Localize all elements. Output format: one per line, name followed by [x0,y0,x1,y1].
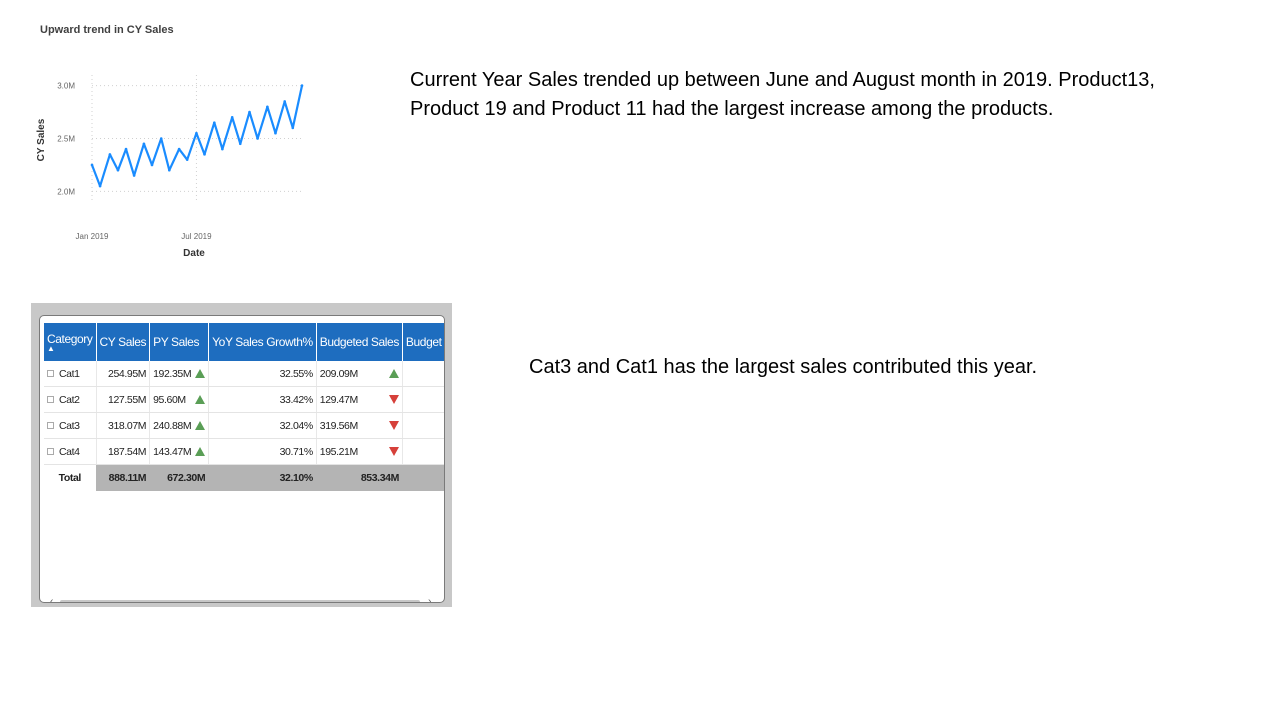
x-tick-label: Jul 2019 [181,232,212,241]
cell-total-yoy: 32.10% [208,464,317,491]
up-triangle-icon [195,447,206,456]
expand-icon[interactable] [47,448,54,456]
trend-note: Current Year Sales trended up between Ju… [410,69,1155,120]
data-point [159,137,163,140]
down-triangle-icon [388,447,399,456]
header-py-sales[interactable]: PY Sales [149,323,210,361]
x-tick-label: Jan 2019 [76,232,109,241]
up-triangle-icon [195,421,206,430]
cell-budget-variance: -1.48% [402,386,444,413]
cell-yoy-growth: 32.04% [208,412,317,439]
data-point [221,147,224,151]
data-point [283,100,286,103]
header-budgeted-sales[interactable]: Budgeted Sales [316,323,403,361]
y-tick-label: 2.0M [57,187,75,196]
data-point [230,116,234,119]
cell-yoy-growth: 32.55% [208,361,317,387]
cell-total-py: 672.30M [149,464,210,491]
data-point [98,184,102,188]
table-header-row: Category ▲ CY Sales PY Sales YoY Sales G… [44,323,444,361]
data-point [90,163,94,167]
data-point [116,168,120,172]
scroll-right-icon[interactable]: › [428,596,431,602]
cell-budgeted-sales: 209.09M [316,361,403,387]
header-cy-sales[interactable]: CY Sales [96,323,151,361]
cell-budget-variance: -0.47% [402,412,444,439]
header-yoy-growth[interactable]: YoY Sales Growth% [208,323,317,361]
cell-cy-sales: 187.54M [96,438,151,465]
y-tick-label: 3.0M [57,82,75,91]
series-line [90,85,304,188]
cell-yoy-growth: 30.71% [208,438,317,465]
data-point [124,147,128,151]
header-budget-variance[interactable]: Budget Variance % [402,323,444,361]
down-triangle-icon [388,421,399,430]
table-row[interactable]: Cat3318.07M240.88M32.04%319.56M-0.47% [44,412,444,439]
matrix-visual: Category ▲ CY Sales PY Sales YoY Sales G… [39,315,445,603]
data-point [185,158,189,161]
up-triangle-icon [388,369,399,378]
category-note: Cat3 and Cat1 has the largest sales cont… [529,356,1038,378]
table-total-row: Total888.11M672.30M32.10%853.34M4.07% [44,464,444,491]
scroll-left-icon[interactable]: ‹ [50,596,53,602]
horizontal-scrollbar[interactable]: ‹ › [46,596,436,602]
cell-total-cy: 888.11M [96,464,151,491]
cell-cy-sales: 318.07M [96,412,151,439]
cell-budgeted-sales: 129.47M [316,386,403,413]
data-point [266,105,269,109]
cell-yoy-growth: 33.42% [208,386,317,413]
cell-category[interactable]: Cat3 [44,412,97,439]
down-triangle-icon [388,395,399,404]
data-point [150,163,154,167]
cell-category[interactable]: Cat4 [44,438,97,465]
data-point [213,121,216,124]
sort-ascending-icon[interactable]: ▲ [47,345,93,353]
data-point [203,153,206,156]
cell-py-sales: 240.88M [149,412,210,439]
data-point [291,126,295,130]
data-point [274,131,277,135]
category-matrix-table: Category ▲ CY Sales PY Sales YoY Sales G… [44,323,444,491]
data-point [177,147,181,151]
cell-total-label: Total [44,464,97,491]
y-tick-label: 2.5M [57,135,75,144]
sales-trend-chart: Upward trend in CY Sales 2.0M 2.5M 3.0M Jan… [30,20,320,270]
y-axis-label: CY Sales [36,118,47,161]
chart-plot: 2.0M 2.5M 3.0M Jan 2019 Jul 2019 Date CY Sales [36,75,304,259]
cell-budgeted-sales: 195.21M [316,438,403,465]
data-point [195,131,198,135]
expand-icon[interactable] [47,422,54,430]
expand-icon[interactable] [47,370,54,378]
table-row[interactable]: Cat4187.54M143.47M30.71%195.21M-3.93% [44,438,444,465]
cell-py-sales: 95.60M [149,386,210,413]
cell-budget-variance: 21.93% [402,361,444,387]
up-triangle-icon [195,369,206,378]
data-point [300,84,304,87]
cell-budgeted-sales: 319.56M [316,412,403,439]
data-point [256,137,259,140]
cell-category[interactable]: Cat1 [44,361,97,387]
matrix-visual-frame: Category ▲ CY Sales PY Sales YoY Sales G… [31,303,452,607]
cell-py-sales: 143.47M [149,438,210,465]
up-triangle-icon [195,395,206,404]
data-point [248,110,251,114]
data-point [108,153,112,156]
cell-cy-sales: 127.55M [96,386,151,413]
table-row[interactable]: Cat2127.55M95.60M33.42%129.47M-1.48% [44,386,444,413]
data-point [132,174,136,177]
data-point [168,168,171,172]
data-point [238,142,242,146]
cell-total-variance: 4.07% [402,464,444,491]
x-axis-label: Date [183,248,205,259]
cell-category[interactable]: Cat2 [44,386,97,413]
table-row[interactable]: Cat1254.95M192.35M32.55%209.09M21.93% [44,361,444,387]
header-category[interactable]: Category ▲ [44,323,97,361]
data-point [142,142,146,146]
cell-cy-sales: 254.95M [96,361,151,387]
cell-budget-variance: -3.93% [402,438,444,465]
expand-icon[interactable] [47,396,54,404]
cell-total-budget: 853.34M [316,464,403,491]
scrollbar-thumb[interactable] [60,600,420,602]
cell-py-sales: 192.35M [149,361,210,387]
